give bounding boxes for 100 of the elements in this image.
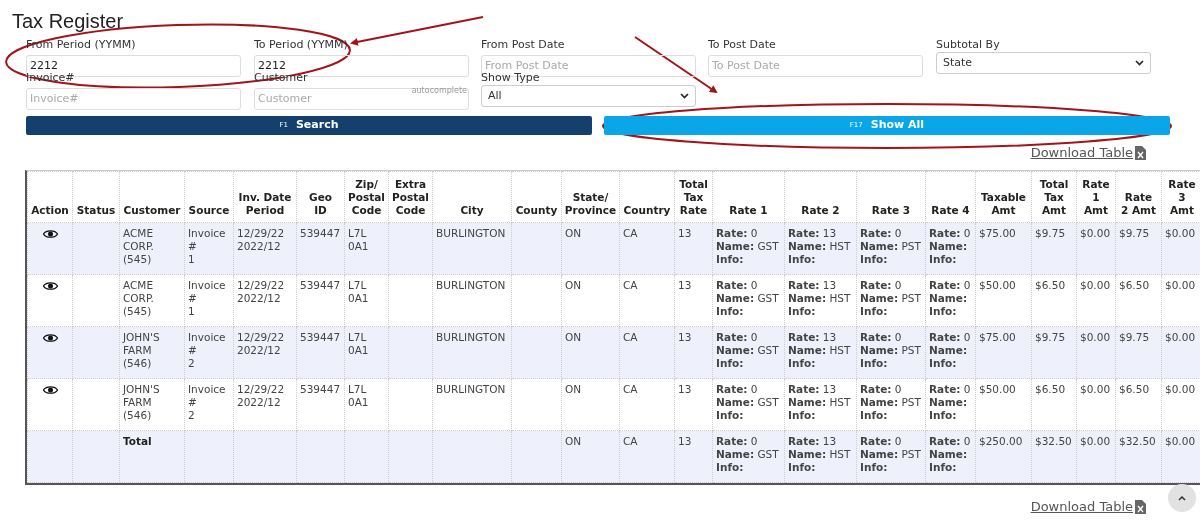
table-cell: $0.00 bbox=[1165, 227, 1196, 240]
table-cell: 13 bbox=[678, 435, 692, 448]
table-cell: $9.75 bbox=[1119, 227, 1150, 240]
table-cell: Rate: 0 Name: PST Info: bbox=[860, 331, 921, 370]
table-cell: 539447 bbox=[300, 383, 341, 396]
table-cell: Rate: 0 Name: GST Info: bbox=[716, 279, 779, 318]
field-label: From Post Date bbox=[481, 38, 566, 52]
table-cell: $6.50 bbox=[1119, 383, 1150, 396]
table-cell: 12/29/22 2022/12 bbox=[237, 331, 285, 357]
spreadsheet-file-icon bbox=[1135, 499, 1146, 514]
table-cell: $50.00 bbox=[979, 279, 1016, 292]
column-header: Extra Postal Code bbox=[392, 178, 429, 217]
table-cell: Invoice # 1 bbox=[188, 279, 226, 318]
table-cell: CA bbox=[623, 227, 638, 240]
column-header: Action bbox=[31, 204, 69, 217]
column-header: Customer bbox=[123, 204, 181, 217]
table-cell: $0.00 bbox=[1080, 227, 1111, 240]
column-header: Rate 3 bbox=[871, 204, 911, 217]
table-cell: ON bbox=[565, 227, 582, 240]
input-field[interactable]: Invoice# bbox=[26, 87, 241, 110]
table-cell: Rate: 13 Name: HST Info: bbox=[788, 435, 851, 474]
table-cell: $0.00 bbox=[1080, 279, 1111, 292]
table-cell: $9.75 bbox=[1035, 331, 1066, 344]
table-cell: $50.00 bbox=[979, 383, 1016, 396]
table-cell: $32.50 bbox=[1119, 435, 1156, 448]
table-cell: CA bbox=[623, 383, 638, 396]
spreadsheet-file-icon bbox=[1135, 145, 1146, 160]
table-cell: $75.00 bbox=[979, 227, 1016, 240]
field-label: To Post Date bbox=[708, 38, 777, 52]
table-cell: 12/29/22 2022/12 bbox=[237, 383, 285, 409]
chevron-down-icon bbox=[1135, 60, 1144, 66]
column-header: Total Tax Rate bbox=[679, 178, 708, 217]
table-cell: $6.50 bbox=[1035, 279, 1066, 292]
table-cell: 12/29/22 2022/12 bbox=[237, 279, 285, 305]
eye-icon[interactable] bbox=[42, 385, 58, 395]
column-header: Geo ID bbox=[309, 191, 332, 217]
table-cell: L7L 0A1 bbox=[348, 383, 369, 409]
autocomplete-hint: autocomplete bbox=[411, 86, 467, 96]
table-cell: Invoice # 1 bbox=[188, 227, 226, 266]
table-cell: $9.75 bbox=[1035, 227, 1066, 240]
table-cell: $0.00 bbox=[1165, 279, 1196, 292]
eye-icon[interactable] bbox=[42, 281, 58, 291]
caret-icon bbox=[1178, 495, 1186, 501]
eye-icon[interactable] bbox=[42, 229, 58, 239]
table-cell: Rate: 0 Name: GST Info: bbox=[716, 227, 779, 266]
table-cell: 13 bbox=[678, 383, 692, 396]
table-cell: L7L 0A1 bbox=[348, 331, 369, 357]
download-table-link[interactable]: Download Table bbox=[1030, 497, 1146, 517]
scroll-top-button[interactable] bbox=[1168, 484, 1196, 512]
column-header: County bbox=[515, 204, 558, 217]
column-header: Country bbox=[623, 204, 671, 217]
table-cell: $0.00 bbox=[1165, 435, 1196, 448]
table-cell: L7L 0A1 bbox=[348, 279, 369, 305]
table-cell: JOHN'S FARM (546) bbox=[123, 331, 160, 370]
table-cell: $0.00 bbox=[1165, 331, 1196, 344]
table-cell: $0.00 bbox=[1080, 383, 1111, 396]
table-cell: $0.00 bbox=[1165, 383, 1196, 396]
download-table-link[interactable]: Download Table bbox=[1030, 143, 1146, 163]
table-cell: 539447 bbox=[300, 279, 341, 292]
dropdown[interactable]: State bbox=[936, 52, 1151, 74]
column-header: Rate 2 Amt bbox=[1120, 191, 1157, 217]
field-label: From Period (YYMM) bbox=[26, 38, 137, 52]
table-cell: Rate: 0 Name: PST Info: bbox=[860, 383, 921, 422]
table-cell: Rate: 0 Name: GST Info: bbox=[716, 383, 779, 422]
table-cell: ON bbox=[565, 435, 582, 448]
input-field[interactable]: To Post Date bbox=[708, 54, 923, 77]
table-cell: Rate: 13 Name: HST Info: bbox=[788, 227, 851, 266]
table-cell: $0.00 bbox=[1080, 435, 1111, 448]
table-cell: $75.00 bbox=[979, 331, 1016, 344]
column-header: Zip/ Postal Code bbox=[348, 178, 385, 217]
table-cell: ON bbox=[565, 383, 582, 396]
table-cell: ACME CORP. (545) bbox=[123, 227, 154, 266]
column-header: Total Tax Amt bbox=[1039, 178, 1069, 217]
table-cell: Invoice # 2 bbox=[188, 331, 226, 370]
column-header: City bbox=[460, 204, 484, 217]
table-cell: 539447 bbox=[300, 331, 341, 344]
table-cell: BURLINGTON bbox=[436, 227, 506, 240]
dropdown[interactable]: All bbox=[481, 85, 696, 107]
table-cell: $6.50 bbox=[1119, 279, 1150, 292]
column-header: Status bbox=[76, 204, 116, 217]
eye-icon[interactable] bbox=[42, 333, 58, 343]
chevron-down-icon bbox=[680, 93, 689, 99]
table-cell: $6.50 bbox=[1035, 383, 1066, 396]
table-cell: 13 bbox=[678, 331, 692, 344]
table-cell: L7L 0A1 bbox=[348, 227, 369, 253]
table-cell: $250.00 bbox=[979, 435, 1023, 448]
table-cell: CA bbox=[623, 435, 638, 448]
table-cell: CA bbox=[623, 331, 638, 344]
table-cell: Rate: 0 Name: PST Info: bbox=[860, 227, 921, 266]
table-cell: $32.50 bbox=[1035, 435, 1072, 448]
field-label: Subtotal By bbox=[936, 38, 1001, 52]
field-label: To Period (YYMM) bbox=[254, 38, 349, 52]
table-cell: ON bbox=[565, 279, 582, 292]
table-cell: Invoice # 2 bbox=[188, 383, 226, 422]
table-cell: Rate: 0 Name: PST Info: bbox=[860, 435, 921, 474]
table-cell: Rate: 0 Name: PST Info: bbox=[860, 279, 921, 318]
column-header: Rate 1 Amt bbox=[1082, 178, 1110, 217]
table-cell: Rate: 13 Name: HST Info: bbox=[788, 279, 851, 318]
table-cell: Rate: 0 Name: Info: bbox=[929, 435, 971, 474]
table-cell: ON bbox=[565, 331, 582, 344]
